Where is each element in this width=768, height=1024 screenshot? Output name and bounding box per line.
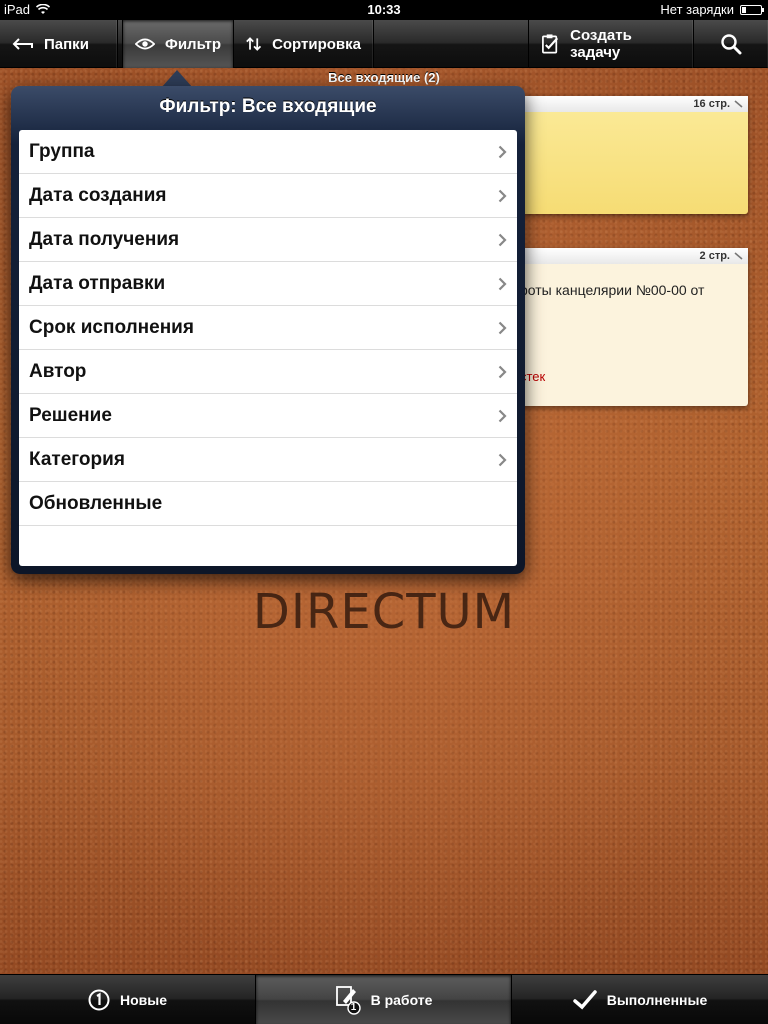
filter-item-label: Обновленные <box>29 492 163 514</box>
battery-text: Нет зарядки <box>660 2 734 17</box>
chevron-right-icon <box>498 189 507 203</box>
folders-button[interactable]: Папки <box>0 20 118 68</box>
new-count-icon <box>88 989 110 1011</box>
sort-button[interactable]: Сортировка <box>234 20 374 68</box>
back-arrow-icon <box>12 38 33 50</box>
tab-in-work[interactable]: 1 В работе <box>256 975 512 1024</box>
chevron-right-icon <box>498 409 507 423</box>
chevron-right-icon <box>498 365 507 379</box>
filter-item-author[interactable]: Автор <box>19 350 517 394</box>
filter-item-deadline[interactable]: Срок исполнения <box>19 306 517 350</box>
filter-item-label: Дата создания <box>29 184 167 206</box>
tab-new[interactable]: Новые <box>0 975 256 1024</box>
list-title: Все входящие (2) <box>328 70 440 85</box>
top-toolbar: Папки Фильтр Сортировка Создать задачу <box>0 20 768 68</box>
chevron-right-icon <box>498 321 507 335</box>
filter-label: Фильтр <box>165 35 221 53</box>
tab-new-label: Новые <box>119 992 167 1008</box>
filter-item-label: Дата получения <box>29 228 180 250</box>
filter-popover: Фильтр: Все входящие Группа Дата создани… <box>11 86 525 574</box>
filter-item-label: Срок исполнения <box>29 316 194 338</box>
chevron-right-icon <box>498 453 507 467</box>
document-title: роты канцелярии №00-00 от <box>520 282 705 298</box>
filter-item-label: Группа <box>29 140 95 162</box>
filter-item-updated[interactable]: Обновленные <box>19 482 517 526</box>
checkmark-icon <box>572 990 597 1010</box>
filter-item-decision[interactable]: Решение <box>19 394 517 438</box>
filter-item-created-date[interactable]: Дата создания <box>19 174 517 218</box>
tab-in-work-label: В работе <box>370 992 433 1008</box>
chevron-right-icon <box>498 233 507 247</box>
tab-done-label: Выполненные <box>606 992 708 1008</box>
paperclip-icon <box>734 100 743 108</box>
filter-item-label: Категория <box>29 448 125 470</box>
sort-arrows-icon <box>246 37 262 51</box>
filter-item-label: Дата отправки <box>29 272 166 294</box>
popover-title: Фильтр: Все входящие <box>159 96 377 117</box>
sort-label: Сортировка <box>272 35 361 53</box>
status-time: 10:33 <box>367 2 401 17</box>
filter-list: Группа Дата создания Дата получения Дата… <box>19 130 517 566</box>
filter-item-group[interactable]: Группа <box>19 130 517 174</box>
filter-item-category[interactable]: Категория <box>19 438 517 482</box>
filter-item-label: Решение <box>29 404 112 426</box>
search-icon <box>721 34 742 55</box>
bottom-tab-bar: Новые 1 В работе Выполненные <box>0 974 768 1024</box>
paperclip-icon <box>734 252 743 260</box>
filter-item-received-date[interactable]: Дата получения <box>19 218 517 262</box>
status-right: Нет зарядки <box>660 2 764 17</box>
in-work-badge: 1 <box>350 1002 357 1013</box>
create-task-label: Создать задачу <box>570 27 632 61</box>
battery-icon <box>740 4 764 15</box>
folders-label: Папки <box>44 35 89 53</box>
brand-logo: DIRECTUM <box>252 584 516 640</box>
create-task-button[interactable]: Создать задачу <box>528 20 694 68</box>
edit-document-icon: 1 <box>335 985 361 1015</box>
filter-item-sent-date[interactable]: Дата отправки <box>19 262 517 306</box>
search-button[interactable] <box>694 20 768 68</box>
filter-button[interactable]: Фильтр <box>122 20 234 68</box>
chevron-right-icon <box>498 145 507 159</box>
eye-icon <box>135 38 156 50</box>
chevron-right-icon <box>498 277 507 291</box>
filter-item-label: Автор <box>29 360 87 382</box>
checklist-icon <box>542 34 559 54</box>
status-bar: iPad 10:33 Нет зарядки <box>0 0 768 20</box>
tab-done[interactable]: Выполненные <box>512 975 768 1024</box>
